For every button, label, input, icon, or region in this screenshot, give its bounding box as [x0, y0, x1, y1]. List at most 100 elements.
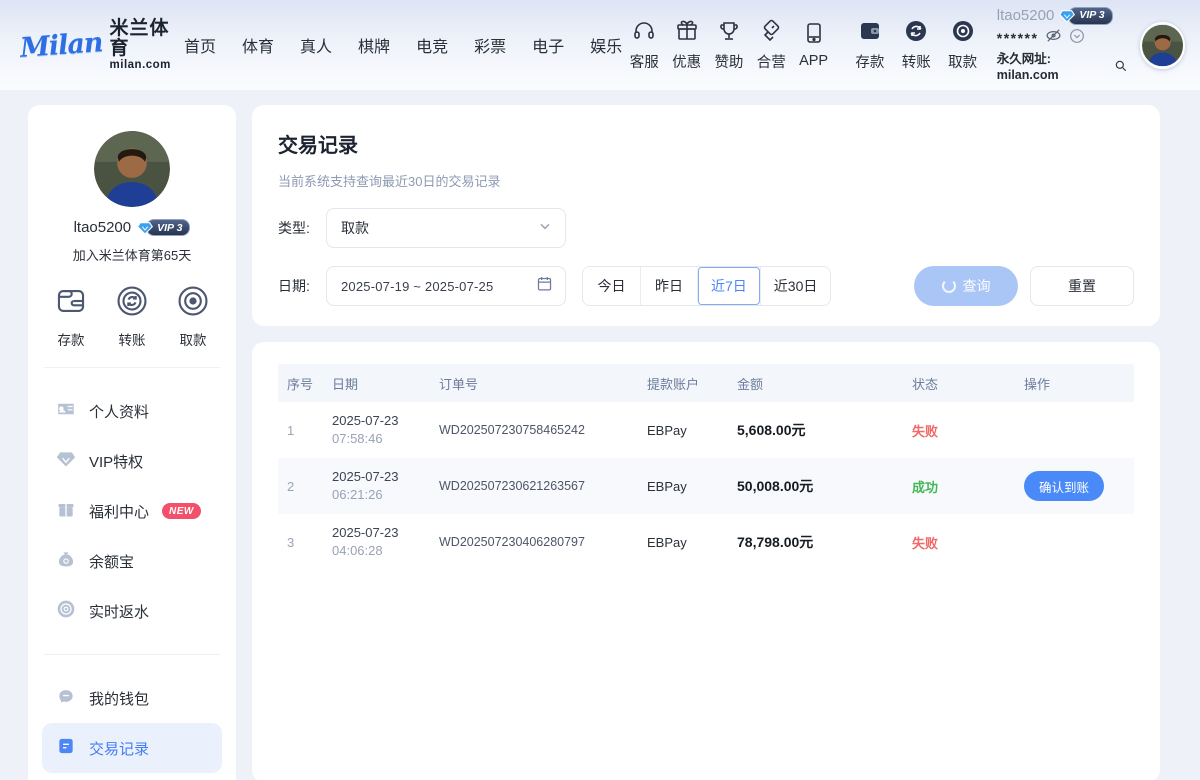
- records-table-panel: 序号 日期 订单号 提款账户 金额 状态 操作 1 2025-07-23 07:…: [252, 342, 1160, 780]
- permanent-url-text: 永久网址: milan.com: [997, 52, 1111, 83]
- range-30days-button[interactable]: 近30日: [760, 267, 831, 305]
- logo-domain-text: milan.com: [110, 59, 171, 71]
- divider: [44, 654, 220, 655]
- page-title: 交易记录: [278, 129, 1134, 158]
- customer-service-button[interactable]: 客服: [624, 19, 664, 72]
- row-status: 失败: [903, 533, 1015, 552]
- row-datetime: 2025-07-23 07:58:46: [323, 412, 430, 448]
- sidebar-quick-actions: 存款 转账 取款: [42, 284, 222, 349]
- type-label: 类型:: [278, 218, 326, 238]
- menu-label: 个人资料: [89, 401, 149, 422]
- divider: [44, 367, 220, 368]
- withdraw-outline-icon: [176, 284, 210, 323]
- nav-item-casino[interactable]: 娱乐: [590, 33, 622, 57]
- table-row: 2 2025-07-23 06:21:26 WD2025072306212635…: [278, 458, 1134, 514]
- sidebar: ltao5200 VIP 3 加入米兰体育第65天 存款: [28, 105, 236, 780]
- page: Milan 米兰体育 milan.com 首页 体育 真人 棋牌 电竞 彩票 电…: [0, 0, 1200, 780]
- sidebar-item-bets[interactable]: 投注记录: [42, 773, 222, 780]
- sidebar-item-benefits[interactable]: 福利中心 NEW: [42, 486, 222, 536]
- table-header-row: 序号 日期 订单号 提款账户 金额 状态 操作: [278, 364, 1134, 402]
- sidebar-withdraw-button[interactable]: 取款: [176, 284, 210, 349]
- deposit-button[interactable]: 存款: [850, 19, 890, 72]
- calendar-icon: [536, 275, 553, 297]
- sidebar-item-transactions[interactable]: 交易记录: [42, 723, 222, 773]
- gift-icon: [675, 19, 699, 48]
- sidebar-vip-badge[interactable]: VIP 3: [137, 219, 190, 236]
- row-amount: 50,008.00元: [728, 476, 903, 496]
- partner-icon: [759, 19, 783, 48]
- dropdown-chevron-icon[interactable]: [1069, 28, 1085, 50]
- menu-label: VIP特权: [89, 451, 143, 472]
- nav-item-esports[interactable]: 电竞: [416, 33, 448, 57]
- transaction-record-icon: [56, 736, 76, 760]
- date-range-input[interactable]: 2025-07-19 ~ 2025-07-25: [326, 266, 566, 306]
- transfer-button[interactable]: 转账: [896, 19, 936, 72]
- sidebar-item-vip[interactable]: VIP特权: [42, 436, 222, 486]
- col-header-action: 操作: [1015, 374, 1134, 393]
- row-datetime: 2025-07-23 06:21:26: [323, 468, 430, 504]
- promo-button[interactable]: 优惠: [666, 19, 706, 72]
- nav-item-lottery[interactable]: 彩票: [474, 33, 506, 57]
- gem-icon: [56, 449, 76, 473]
- site-logo[interactable]: Milan 米兰体育 milan.com: [20, 19, 170, 71]
- filter-actions: 查询 重置: [914, 266, 1134, 306]
- new-badge: NEW: [162, 503, 201, 519]
- type-filter-row: 类型: 取款: [278, 208, 1134, 248]
- sidebar-avatar[interactable]: [94, 131, 170, 207]
- piggy-bank-icon: [56, 686, 76, 710]
- row-action: 确认到账: [1015, 471, 1134, 501]
- diamond-icon: [1059, 8, 1075, 24]
- withdraw-button[interactable]: 取款: [942, 19, 982, 72]
- deposit-icon: [858, 19, 882, 48]
- trophy-icon: [717, 19, 741, 48]
- menu-label: 实时返水: [89, 601, 149, 622]
- magnifier-icon[interactable]: [1114, 59, 1128, 78]
- nav-item-slots[interactable]: 电子: [532, 33, 564, 57]
- nav-item-sports[interactable]: 体育: [242, 33, 274, 57]
- row-no: 3: [278, 535, 323, 550]
- nav-item-home[interactable]: 首页: [184, 33, 216, 57]
- row-order-no: WD202507230621263567: [430, 479, 638, 493]
- row-status: 失败: [903, 421, 1015, 440]
- sidebar-item-profile[interactable]: 个人资料: [42, 386, 222, 436]
- col-header-account: 提款账户: [638, 374, 728, 393]
- row-account: EBPay: [638, 535, 728, 550]
- type-select[interactable]: 取款: [326, 208, 566, 248]
- eye-slash-icon[interactable]: [1045, 27, 1062, 50]
- body-wrap: ltao5200 VIP 3 加入米兰体育第65天 存款: [0, 90, 1200, 780]
- row-amount: 78,798.00元: [728, 532, 903, 552]
- range-yesterday-button[interactable]: 昨日: [640, 267, 697, 305]
- sidebar-deposit-button[interactable]: 存款: [54, 284, 88, 349]
- nav-item-cards[interactable]: 棋牌: [358, 33, 390, 57]
- avatar-image: [94, 131, 170, 207]
- range-7days-button[interactable]: 近7日: [697, 267, 760, 305]
- partner-button[interactable]: 合营: [751, 19, 791, 72]
- date-filter-row: 日期: 2025-07-19 ~ 2025-07-25 今日 昨日 近7日 近3…: [278, 266, 1134, 306]
- vip-badge[interactable]: VIP 3: [1059, 7, 1112, 25]
- row-no: 2: [278, 479, 323, 494]
- user-info-block: ltao5200 VIP 3 ****** 永久网址:: [997, 7, 1128, 84]
- app-download-button[interactable]: APP: [793, 21, 833, 69]
- range-today-button[interactable]: 今日: [583, 267, 640, 305]
- sidebar-transfer-button[interactable]: 转账: [115, 284, 149, 349]
- sidebar-item-wallet[interactable]: 我的钱包: [42, 673, 222, 723]
- chevron-down-icon: [537, 218, 553, 239]
- sidebar-item-yuebao[interactable]: 余额宝: [42, 536, 222, 586]
- header-avatar[interactable]: [1140, 22, 1185, 69]
- type-select-value: 取款: [341, 218, 537, 238]
- nav-item-live[interactable]: 真人: [300, 33, 332, 57]
- main-nav: 首页 体育 真人 棋牌 电竞 彩票 电子 娱乐: [184, 33, 622, 57]
- reset-button[interactable]: 重置: [1030, 266, 1134, 306]
- filters-panel: 交易记录 当前系统支持查询最近30日的交易记录 类型: 取款 日期: 2025-…: [252, 105, 1160, 326]
- headset-icon: [632, 19, 656, 48]
- sidebar-item-rebate[interactable]: 实时返水: [42, 586, 222, 636]
- confirm-received-button[interactable]: 确认到账: [1024, 471, 1104, 501]
- col-header-date: 日期: [323, 374, 430, 393]
- withdraw-icon: [951, 19, 975, 48]
- row-order-no: WD202507230758465242: [430, 423, 638, 437]
- transfer-outline-icon: [115, 284, 149, 323]
- date-label: 日期:: [278, 276, 326, 296]
- query-button[interactable]: 查询: [914, 266, 1018, 306]
- sponsor-button[interactable]: 赞助: [709, 19, 749, 72]
- col-header-no: 序号: [278, 374, 323, 393]
